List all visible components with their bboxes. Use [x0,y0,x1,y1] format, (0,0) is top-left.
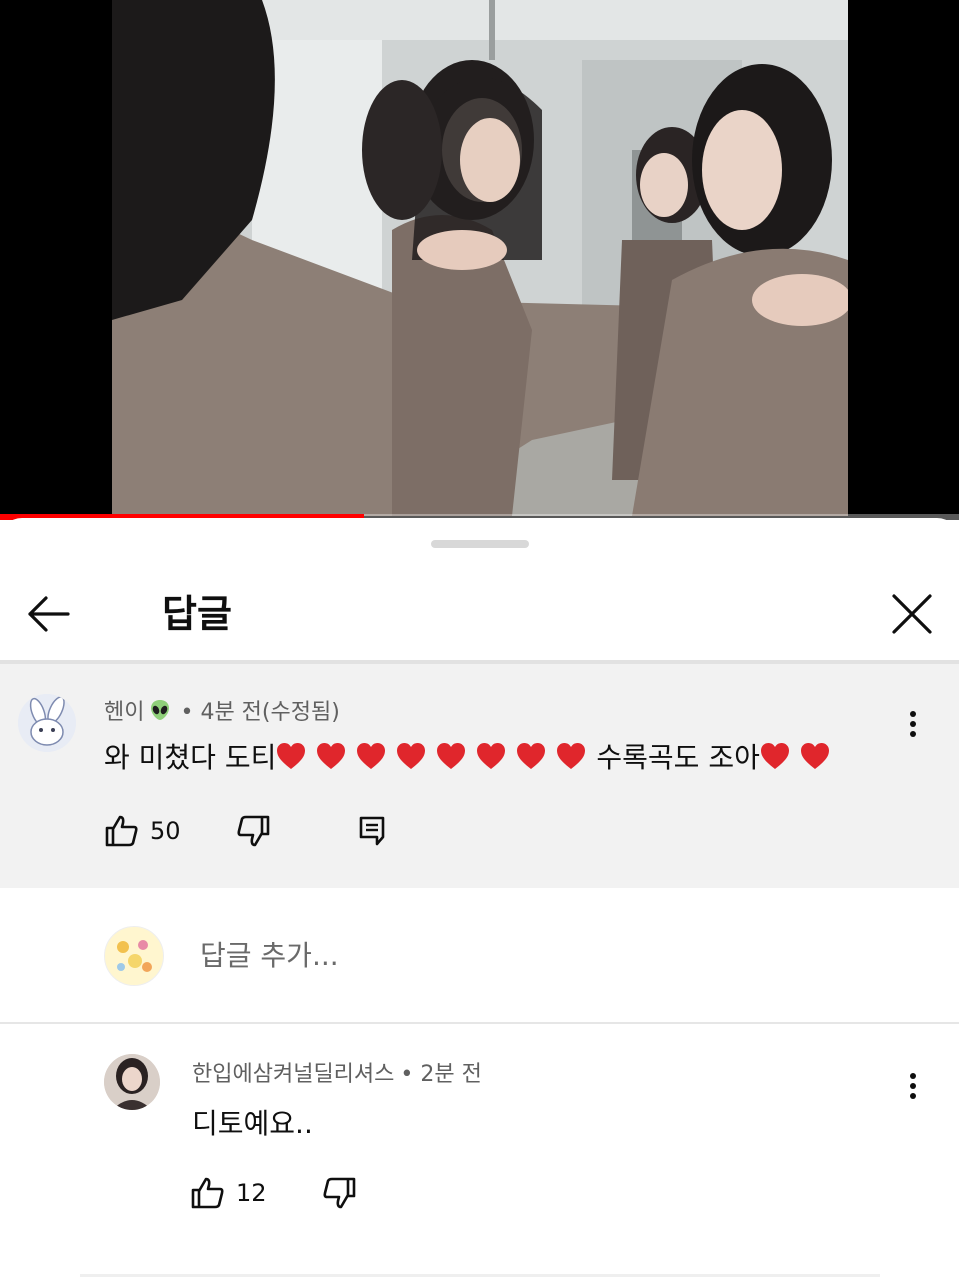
avatar[interactable] [104,1054,160,1110]
video-scene-image [112,0,848,516]
close-icon [892,594,932,634]
heart-emoji-icon [517,743,546,769]
heart-emoji-icon [477,743,506,769]
more-vert-icon [910,711,916,737]
back-button[interactable] [16,582,80,646]
comment-actions: 12 [190,1176,357,1210]
heart-emoji-icon [397,743,426,769]
dislike-button[interactable] [235,814,271,848]
comment-text: 디토예요.. [192,1107,313,1140]
sheet-header: 답글 [0,570,959,662]
arrow-left-icon [28,596,70,632]
reply-button[interactable] [357,815,387,847]
avatar[interactable] [18,694,76,752]
parent-comment: 헨이 • 4분 전(수정됨) 와 미쳤다 도티 수록곡도 조아 50 [0,664,959,888]
more-options-button[interactable] [898,1066,928,1106]
reply-divider [0,1022,959,1024]
heart-emoji-icon [437,743,466,769]
heart-emoji-group [276,741,596,774]
comment-timestamp: • 4분 전(수정됨) [180,700,340,725]
comment-meta: 한입에삼켜널딜리셔스 • 2분 전 [192,1056,482,1088]
like-button[interactable]: 12 [190,1176,267,1210]
comment-meta: 헨이 • 4분 전(수정됨) [104,694,340,726]
profile-photo-avatar [104,1054,160,1110]
bunny-avatar-icon [18,694,76,752]
thumbs-down-icon [237,815,269,847]
comment-author[interactable]: 헨이 [104,694,144,726]
video-frame[interactable] [112,0,848,516]
more-options-button[interactable] [898,704,928,744]
heart-emoji-icon [800,743,829,769]
thumbs-up-icon [191,1177,224,1209]
sheet-title: 답글 [162,592,232,636]
thumbs-down-icon [323,1177,355,1209]
close-button[interactable] [880,582,944,646]
add-reply-row [0,888,959,1022]
heart-emoji-group [760,741,840,774]
bottom-divider [80,1274,880,1277]
dislike-button[interactable] [321,1176,357,1210]
comment-timestamp: • 2분 전 [400,1062,482,1087]
heart-emoji-icon [357,743,386,769]
comment-author[interactable]: 한입에삼켜널딜리셔스 [192,1056,394,1088]
more-vert-icon [910,1073,916,1099]
heart-emoji-icon [760,743,789,769]
comment-text-start: 와 미쳤다 도티 [104,741,277,774]
replies-sheet: 답글 헨이 • 4분 전(수정됨) 와 미쳤다 도티 수록곡도 조아 50 답글… [0,518,959,1278]
like-button[interactable]: 50 [104,814,181,848]
alien-emoji-icon [151,700,170,720]
like-count: 50 [150,817,181,845]
heart-emoji-icon [557,743,586,769]
heart-emoji-icon [317,743,346,769]
video-player[interactable] [0,0,959,520]
drag-handle[interactable] [431,540,529,548]
heart-emoji-icon [277,743,306,769]
reply-comment: 한입에삼켜널딜리셔스 • 2분 전 디토예요.. 12 [0,1026,959,1278]
my-avatar [104,926,164,986]
flower-avatar-icon [105,927,163,985]
comment-text-end: 수록곡도 조아 [596,741,760,774]
like-count: 12 [236,1179,267,1207]
comment-text: 와 미쳤다 도티 수록곡도 조아 [104,736,840,776]
thumbs-up-icon [105,815,138,847]
add-reply-input[interactable] [200,932,800,978]
comment-actions: 50 [104,814,387,848]
comment-reply-icon [359,816,384,846]
